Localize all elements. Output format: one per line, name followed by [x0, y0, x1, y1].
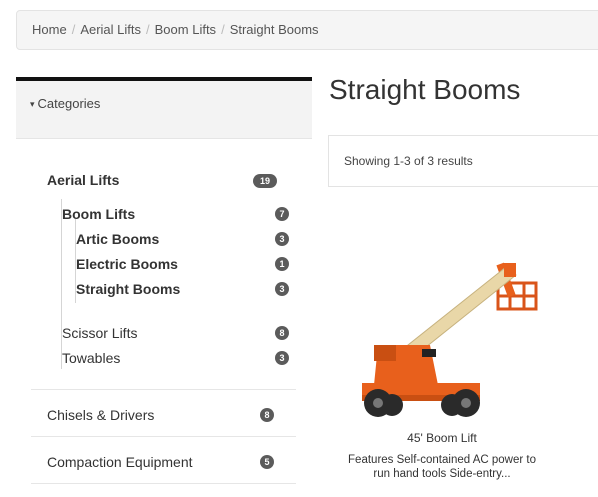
category-sidebar: ▾ Categories Aerial Lifts 19 Boom Lifts 7… — [16, 77, 312, 497]
count-badge: 8 — [275, 326, 289, 340]
count-badge: 3 — [275, 282, 289, 296]
category-label: Electric Booms — [76, 256, 178, 272]
category-label: Aerial Lifts — [47, 172, 120, 188]
breadcrumb-separator: / — [71, 22, 76, 37]
product-name[interactable]: 45' Boom Lift — [328, 431, 556, 445]
count-badge: 1 — [275, 257, 289, 271]
category-label: Towables — [62, 350, 121, 366]
page-title: Straight Booms — [329, 74, 521, 105]
divider — [31, 436, 296, 437]
category-label: Artic Booms — [76, 231, 160, 247]
count-badge: 3 — [275, 351, 289, 365]
product-card[interactable]: 45' Boom Lift Features Self-contained AC… — [328, 245, 558, 485]
categories-toggle[interactable]: ▾ Categories — [16, 81, 312, 139]
count-badge: 19 — [253, 174, 277, 188]
platform-basket — [496, 281, 538, 311]
divider — [31, 389, 296, 390]
category-label: Compaction Equipment — [47, 454, 193, 470]
category-label: Chisels & Drivers — [47, 407, 155, 423]
product-description: Features Self-contained AC power to run … — [328, 453, 556, 481]
breadcrumb: Home / Aerial Lifts / Boom Lifts / Straight Bo… — [16, 10, 598, 50]
category-label: Scissor Lifts — [62, 325, 138, 341]
breadcrumb-boom-lifts[interactable]: Boom Lifts — [155, 22, 216, 37]
result-count: Showing 1-3 of 3 results — [328, 135, 598, 187]
breadcrumb-current: Straight Booms — [229, 22, 319, 37]
tree-guide-line — [61, 199, 62, 369]
result-count-text: Showing 1-3 of 3 results — [344, 154, 473, 168]
product-description-line: Features Self-contained AC power to — [348, 454, 536, 466]
breadcrumb-home[interactable]: Home — [32, 22, 67, 37]
count-badge: 8 — [260, 408, 274, 422]
product-description-line: run hand tools Side-entry... — [373, 468, 511, 480]
caret-down-icon: ▾ — [30, 99, 35, 109]
boom-lift-image[interactable] — [348, 245, 548, 423]
breadcrumb-separator: / — [146, 22, 150, 37]
category-label: Boom Lifts — [62, 206, 136, 222]
breadcrumb-separator: / — [221, 22, 225, 37]
count-badge: 3 — [275, 232, 289, 246]
count-badge: 7 — [275, 207, 289, 221]
category-label: Straight Booms — [76, 281, 181, 297]
count-badge: 5 — [260, 455, 274, 469]
divider — [31, 483, 296, 484]
categories-heading: Categories — [37, 96, 101, 111]
breadcrumb-aerial-lifts[interactable]: Aerial Lifts — [80, 22, 141, 37]
